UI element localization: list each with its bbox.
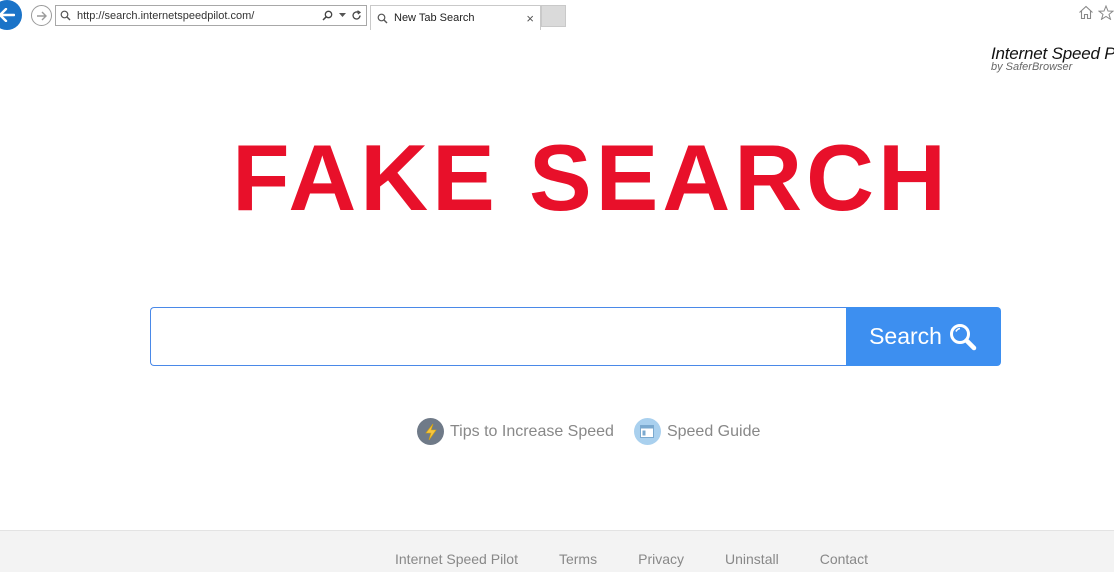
- browser-tab[interactable]: New Tab Search ×: [370, 5, 541, 30]
- guide-icon: [633, 418, 661, 445]
- footer-link-internet-speed-pilot[interactable]: Internet Speed Pilot: [395, 551, 518, 567]
- close-icon[interactable]: ×: [526, 12, 534, 25]
- address-bar[interactable]: http://search.internetspeedpilot.com/: [55, 5, 367, 26]
- address-url: http://search.internetspeedpilot.com/: [77, 9, 255, 22]
- forward-button[interactable]: [31, 5, 52, 26]
- footer-links: Internet Speed Pilot Terms Privacy Unins…: [395, 551, 868, 567]
- quick-links: Tips to Increase Speed Speed Guide: [417, 418, 760, 445]
- search-input[interactable]: [150, 307, 846, 366]
- page: http://search.internetspeedpilot.com/ Ne…: [0, 0, 1114, 572]
- tab-title: New Tab Search: [394, 12, 475, 24]
- search-form: Search: [150, 307, 1001, 366]
- tips-link-label: Tips to Increase Speed: [450, 422, 614, 440]
- footer-link-terms[interactable]: Terms: [559, 551, 597, 567]
- star-icon[interactable]: [1098, 5, 1114, 20]
- back-button[interactable]: [0, 0, 22, 30]
- search-dropdown-icon[interactable]: [322, 10, 334, 21]
- footer-link-privacy[interactable]: Privacy: [638, 551, 684, 567]
- search-button[interactable]: Search: [846, 307, 1001, 366]
- home-icon[interactable]: [1078, 5, 1094, 20]
- magnifier-icon: [949, 323, 977, 350]
- footer-link-contact[interactable]: Contact: [820, 551, 868, 567]
- fake-search-headline: FAKE SEARCH: [232, 125, 950, 230]
- new-tab-button[interactable]: [541, 5, 566, 27]
- chevron-down-icon[interactable]: [339, 13, 346, 18]
- search-icon: [60, 10, 71, 21]
- browser-toolbar: http://search.internetspeedpilot.com/ Ne…: [0, 0, 1114, 30]
- lightning-icon: [417, 418, 444, 445]
- arrow-right-icon: [36, 11, 47, 20]
- brand-logo[interactable]: Internet Speed P by SaferBrowser: [991, 44, 1114, 73]
- refresh-icon[interactable]: [351, 10, 362, 21]
- footer: Internet Speed Pilot Terms Privacy Unins…: [0, 530, 1114, 572]
- speed-guide-link[interactable]: Speed Guide: [633, 418, 761, 445]
- search-button-label: Search: [869, 323, 942, 349]
- tips-link[interactable]: Tips to Increase Speed: [417, 418, 614, 445]
- speed-guide-label: Speed Guide: [666, 422, 761, 440]
- footer-link-uninstall[interactable]: Uninstall: [725, 551, 779, 567]
- search-icon: [377, 13, 388, 23]
- arrow-left-icon: [0, 8, 15, 22]
